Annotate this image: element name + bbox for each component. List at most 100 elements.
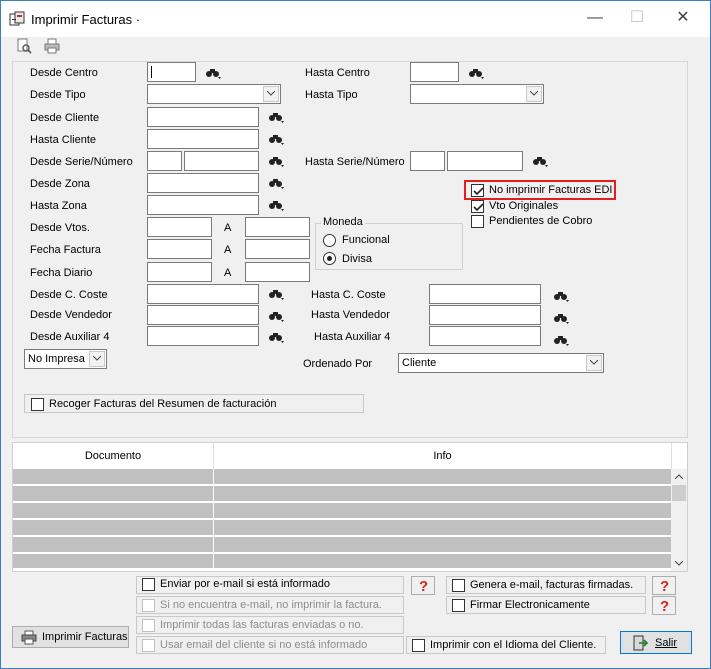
printer-icon[interactable]	[44, 38, 60, 54]
imprimir-todas-checkbox[interactable]	[142, 619, 155, 632]
help-enviar-button[interactable]: ?	[411, 576, 435, 595]
label-hasta-coste: Hasta C. Coste	[311, 289, 386, 301]
lookup-binoculars-icon[interactable]	[553, 312, 569, 324]
column-header-info[interactable]: Info	[214, 443, 672, 469]
label-a-diario: A	[224, 267, 232, 279]
hasta-fecha-factura-input[interactable]	[245, 239, 310, 259]
firmar-checkbox[interactable]	[452, 599, 465, 612]
lookup-binoculars-icon[interactable]	[268, 331, 284, 343]
help-genera-button[interactable]: ?	[652, 576, 676, 595]
salir-button[interactable]: Salir	[620, 631, 692, 654]
genera-email-checkbox[interactable]	[452, 579, 465, 592]
print-preview-icon[interactable]	[16, 38, 32, 54]
table-row[interactable]	[13, 520, 671, 536]
ordenado-dropdown-button[interactable]	[586, 355, 602, 371]
scroll-thumb[interactable]	[672, 485, 686, 501]
maximize-button[interactable]: ☐	[614, 1, 660, 37]
label-desde-zona: Desde Zona	[30, 178, 90, 190]
lookup-binoculars-icon[interactable]	[268, 288, 284, 300]
recoger-checkbox[interactable]	[31, 398, 44, 411]
desde-centro-input[interactable]	[147, 62, 196, 82]
table-row[interactable]	[13, 537, 671, 553]
desde-cliente-input[interactable]	[147, 107, 259, 127]
lookup-binoculars-icon[interactable]	[553, 290, 569, 302]
lookup-binoculars-icon[interactable]	[268, 199, 284, 211]
desde-vendedor-input[interactable]	[147, 305, 259, 325]
no-edi-checkbox[interactable]	[471, 184, 484, 197]
lookup-binoculars-icon[interactable]	[268, 177, 284, 189]
no-encuentra-checkbox[interactable]	[142, 599, 155, 612]
lookup-binoculars-icon[interactable]	[205, 67, 221, 79]
divisa-radio[interactable]	[323, 252, 336, 265]
usar-email-checkbox[interactable]	[142, 639, 155, 652]
usar-email-label: Usar email del cliente si no está inform…	[160, 639, 368, 651]
help-question-icon: ?	[660, 578, 669, 595]
impresa-dropdown-button[interactable]	[89, 351, 105, 367]
table-row[interactable]	[13, 469, 671, 485]
label-ordenado-por: Ordenado Por	[303, 358, 373, 370]
lookup-binoculars-icon[interactable]	[268, 111, 284, 123]
desde-vtos-input[interactable]	[147, 217, 212, 237]
idioma-label: Imprimir con el Idioma del Cliente.	[430, 639, 597, 651]
desde-numero-input[interactable]	[184, 151, 259, 171]
label-hasta-centro: Hasta Centro	[305, 67, 370, 79]
checkmark-icon	[473, 187, 484, 196]
desde-fecha-diario-input[interactable]	[147, 262, 212, 282]
impresa-select[interactable]: No Impresa	[24, 349, 107, 369]
hasta-numero-input[interactable]	[447, 151, 523, 171]
label-desde-aux4: Desde Auxiliar 4	[30, 331, 110, 343]
hasta-vtos-input[interactable]	[245, 217, 310, 237]
minimize-icon: —	[587, 9, 603, 26]
app-icon	[9, 11, 25, 26]
enviar-email-checkbox[interactable]	[142, 578, 155, 591]
svg-text:?: ?	[419, 578, 428, 594]
table-row[interactable]	[13, 503, 671, 519]
imprimir-facturas-button[interactable]: Imprimir Facturas	[12, 626, 129, 648]
close-button[interactable]: ✕	[660, 1, 706, 37]
lookup-binoculars-icon[interactable]	[468, 67, 484, 79]
minimize-button[interactable]: —	[572, 1, 618, 37]
ordenado-por-select[interactable]: Cliente	[398, 353, 604, 373]
label-desde-centro: Desde Centro	[30, 67, 98, 79]
desde-tipo-select[interactable]	[147, 84, 281, 104]
desde-serie-input[interactable]	[147, 151, 182, 171]
hasta-cliente-input[interactable]	[147, 129, 259, 149]
hasta-aux4-input[interactable]	[429, 326, 541, 346]
lookup-binoculars-icon[interactable]	[532, 155, 548, 167]
hasta-serie-input[interactable]	[410, 151, 445, 171]
hasta-fecha-diario-input[interactable]	[245, 262, 310, 282]
desde-fecha-factura-input[interactable]	[147, 239, 212, 259]
funcional-radio[interactable]	[323, 234, 336, 247]
pendientes-checkbox[interactable]	[471, 215, 484, 228]
desde-zona-input[interactable]	[147, 173, 259, 193]
hasta-vendedor-input[interactable]	[429, 305, 541, 325]
scroll-down-icon[interactable]	[675, 561, 683, 566]
idioma-checkbox[interactable]	[412, 639, 425, 652]
checkmark-icon	[473, 203, 484, 212]
window-title: Imprimir Facturas ·	[31, 12, 141, 27]
chevron-down-icon	[530, 91, 538, 96]
lookup-binoculars-icon[interactable]	[553, 334, 569, 346]
hasta-zona-input[interactable]	[147, 195, 259, 215]
table-row[interactable]	[13, 554, 671, 570]
help-firmar-button[interactable]: ?	[652, 596, 676, 615]
documents-grid[interactable]: Documento Info	[12, 442, 688, 572]
grid-scrollbar[interactable]	[671, 469, 687, 571]
hasta-coste-input[interactable]	[429, 284, 541, 304]
desde-aux4-input[interactable]	[147, 326, 259, 346]
table-row[interactable]	[13, 486, 671, 502]
exit-door-icon	[633, 635, 648, 651]
lookup-binoculars-icon[interactable]	[268, 133, 284, 145]
desde-coste-input[interactable]	[147, 284, 259, 304]
hasta-tipo-select[interactable]	[410, 84, 544, 104]
vto-originales-checkbox[interactable]	[471, 200, 484, 213]
scroll-up-icon[interactable]	[675, 474, 683, 479]
pendientes-label: Pendientes de Cobro	[489, 215, 593, 227]
lookup-binoculars-icon[interactable]	[268, 155, 284, 167]
hasta-tipo-dropdown-button[interactable]	[526, 86, 542, 102]
desde-tipo-dropdown-button[interactable]	[263, 86, 279, 102]
moneda-group	[315, 223, 463, 270]
lookup-binoculars-icon[interactable]	[268, 310, 284, 322]
hasta-centro-input[interactable]	[410, 62, 459, 82]
column-header-documento[interactable]: Documento	[13, 443, 214, 469]
